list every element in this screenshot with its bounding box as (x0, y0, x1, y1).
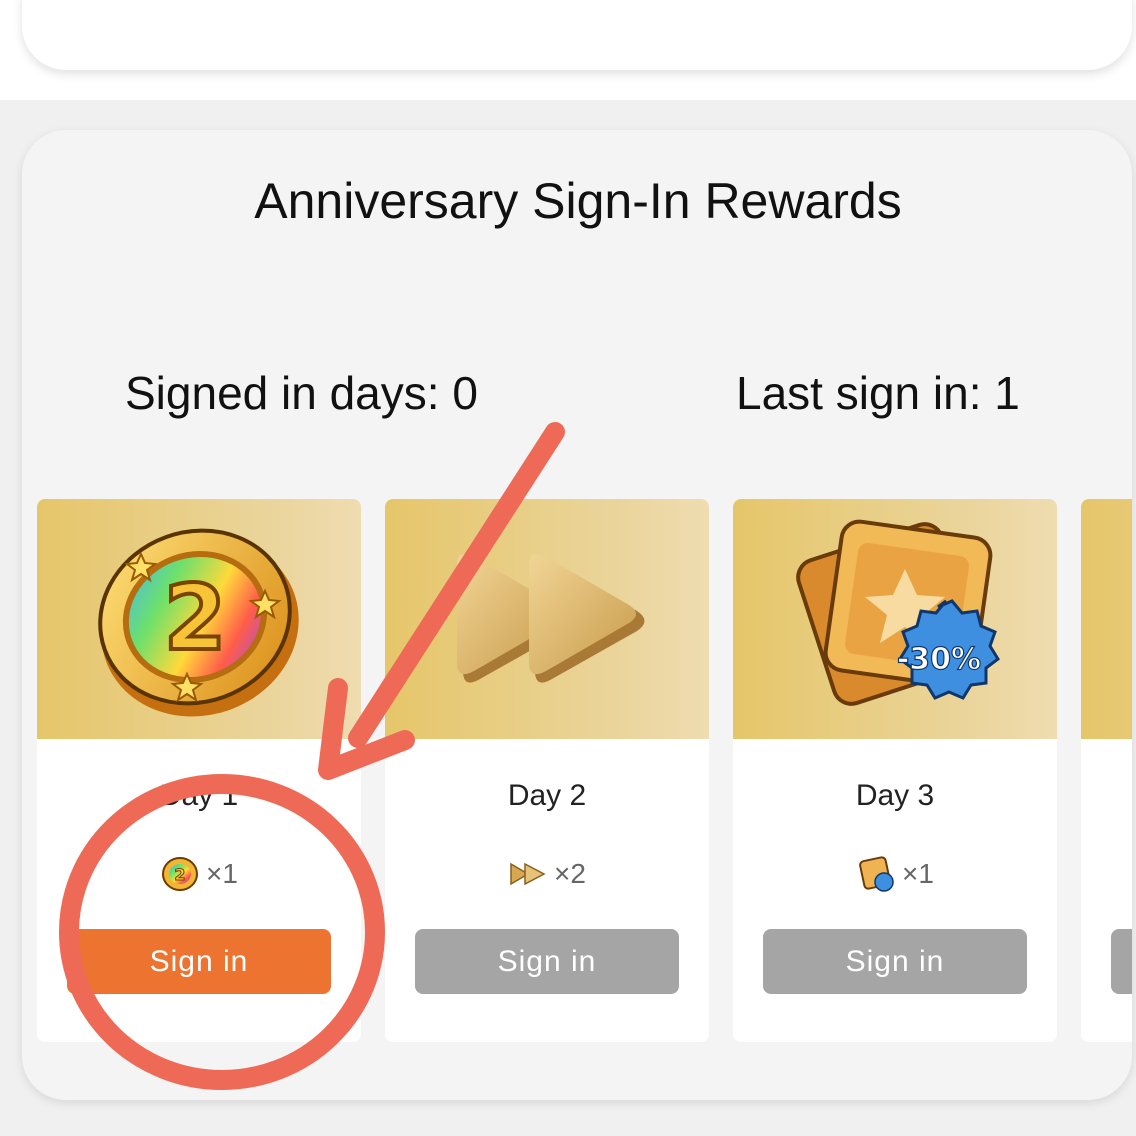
sign-in-button-day-2[interactable]: Sign in (415, 929, 679, 994)
reward-image (1081, 499, 1132, 739)
card-day-label: Day 3 (855, 779, 935, 812)
card-reward: 2 ×1 (37, 854, 361, 894)
sign-in-rewards-panel: Anniversary Sign-In Rewards Signed in da… (22, 130, 1132, 1100)
reward-image: 2 (37, 499, 361, 739)
signed-in-days: Signed in days: 0 (125, 367, 478, 419)
fast-forward-icon (457, 554, 645, 683)
reward-quantity: ×1 (902, 858, 934, 889)
sign-in-button-day-3[interactable]: Sign in (763, 929, 1027, 994)
card-reward: ×1 (733, 854, 1057, 894)
reward-image: -30% (733, 499, 1057, 739)
rainbow-2-coin-icon: 2 (162, 857, 199, 891)
reward-card-day-1: 2 Day 1 2 ×1 Sign in (37, 499, 361, 1042)
reward-quantity: ×2 (554, 858, 586, 889)
fast-forward-icon (510, 862, 546, 886)
reward-card-day-3: -30% Day 3 ×1 Sign in (733, 499, 1057, 1042)
milestone-card: 3000 5000 7000 10000 (22, 0, 1132, 70)
reward-cards-row[interactable]: 2 Day 1 2 ×1 Sign in Day 2 ×2 Sign in -3… (37, 499, 1132, 1044)
sign-in-button-day-1[interactable]: Sign in (67, 929, 331, 994)
panel-title: Anniversary Sign-In Rewards (254, 173, 902, 229)
sign-in-button-day-4[interactable] (1111, 929, 1132, 994)
discount-ticket-30-icon: -30% (796, 519, 1000, 706)
reward-card-day-2: Day 2 ×2 Sign in (385, 499, 709, 1042)
reward-image (385, 499, 709, 739)
discount-badge-text: -30% (897, 642, 981, 677)
card-day-label: Day 1 (159, 779, 239, 812)
svg-text:2: 2 (164, 566, 227, 671)
reward-quantity: ×1 (206, 858, 238, 889)
discount-ticket-30-icon (859, 856, 894, 892)
card-day-label: Day 2 (507, 779, 587, 812)
card-reward: ×2 (385, 854, 709, 894)
reward-card-day-4 (1081, 499, 1132, 1042)
last-sign-in: Last sign in: 1 (736, 367, 1020, 419)
svg-text:2: 2 (174, 865, 185, 884)
rainbow-2-coin-icon: 2 (98, 528, 299, 717)
